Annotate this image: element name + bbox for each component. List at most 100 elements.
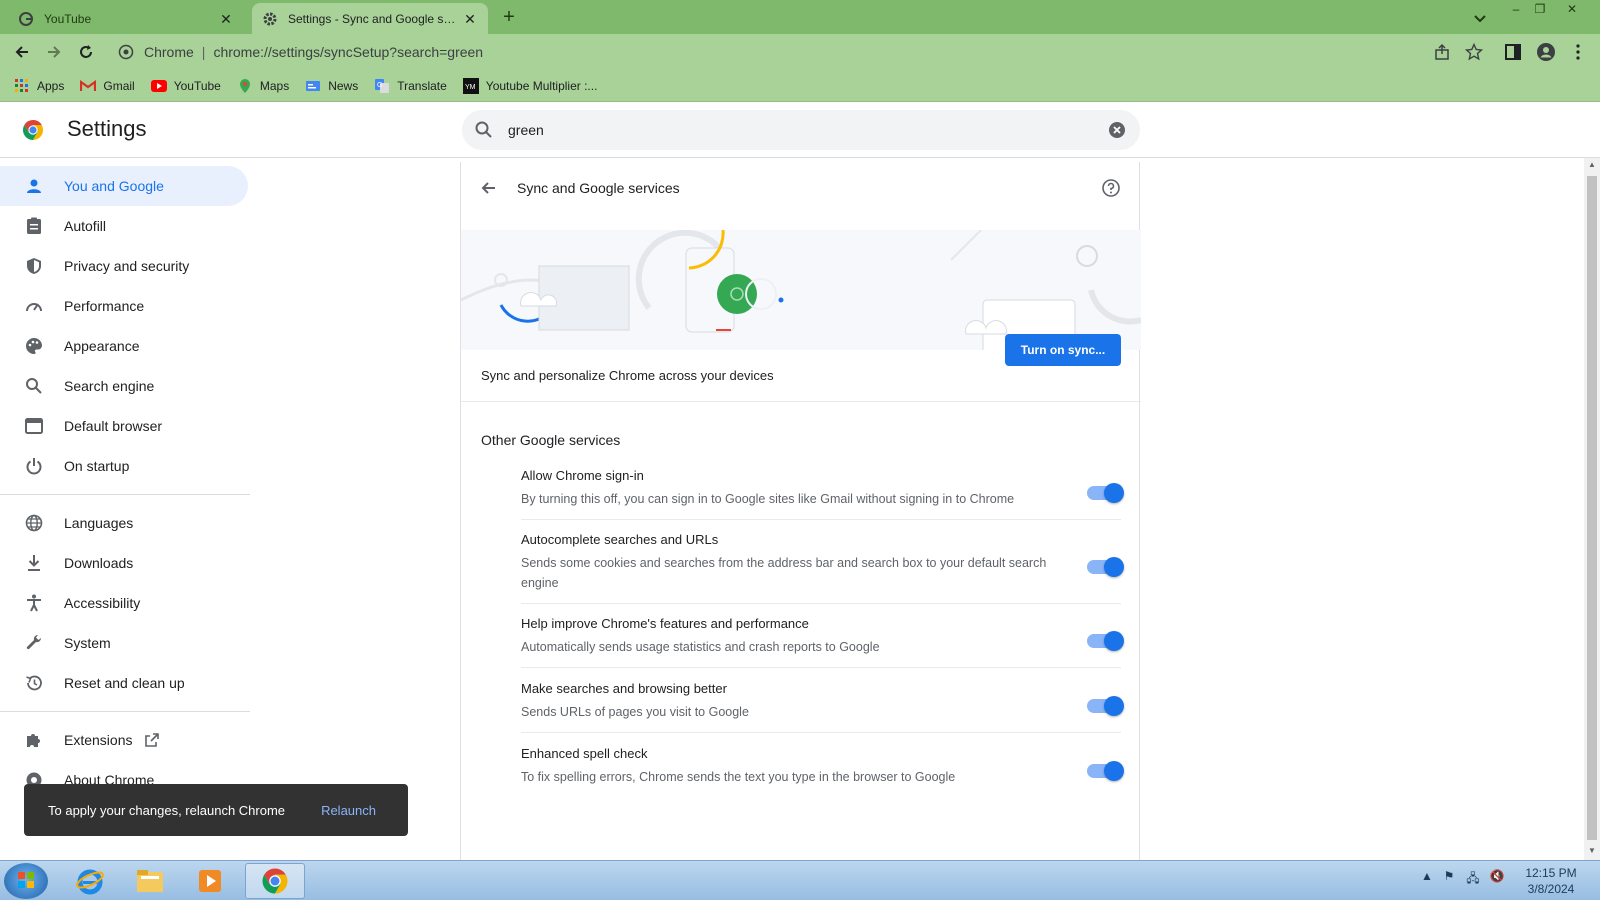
sidebar-item-label: Performance [64, 298, 145, 314]
bookmark-label: Maps [259, 78, 290, 93]
scroll-up-icon[interactable]: ▲ [1587, 160, 1597, 170]
toggle-knob [1104, 557, 1124, 577]
tab-settings[interactable]: Settings - Sync and Google services ✕ [252, 3, 488, 34]
sidebar-item-label: Appearance [64, 338, 140, 354]
sidebar-item-label: Privacy and security [64, 258, 190, 274]
tray-expand-icon[interactable]: ▲ [1418, 869, 1436, 887]
profile-avatar-icon[interactable] [1536, 42, 1556, 62]
volume-muted-icon[interactable]: 🔇 [1488, 869, 1506, 887]
close-window-icon[interactable]: ✕ [1560, 0, 1584, 20]
bookmark-gmail[interactable]: Gmail [80, 78, 135, 94]
omnibox-origin: Chrome [144, 44, 194, 60]
setting-label: Enhanced spell check [521, 746, 648, 761]
bookmark-maps[interactable]: Maps [237, 78, 289, 94]
toggle-help-improve[interactable] [1087, 631, 1124, 651]
sidebar-item-label: Search engine [64, 378, 155, 394]
bookmark-youtube[interactable]: YouTube [150, 78, 221, 94]
search-input[interactable] [508, 122, 1088, 138]
bookmark-apps[interactable]: Apps [14, 78, 64, 94]
back-arrow-icon[interactable] [479, 178, 499, 198]
minimize-icon[interactable]: – [1504, 0, 1528, 20]
gear-icon [262, 11, 278, 27]
bookmark-star-icon[interactable] [1464, 42, 1484, 62]
menu-kebab-icon[interactable] [1568, 42, 1588, 62]
bookmark-label: Translate [397, 78, 447, 93]
apps-grid-icon [14, 78, 30, 94]
toggle-make-searches-better[interactable] [1087, 696, 1124, 716]
sidebar-item-you-and-google[interactable]: You and Google [0, 166, 248, 206]
relaunch-button[interactable]: Relaunch [321, 803, 376, 818]
sidebar-item-downloads[interactable]: Downloads [0, 543, 250, 583]
toggle-knob [1104, 483, 1124, 503]
scroll-down-icon[interactable]: ▼ [1587, 846, 1597, 856]
bookmark-label: Apps [37, 78, 65, 93]
taskbar-internet-explorer[interactable] [62, 863, 118, 899]
address-bar[interactable]: Chrome | chrome://settings/syncSetup?sea… [114, 38, 1454, 66]
sidebar-item-reset-clean-up[interactable]: Reset and clean up [0, 663, 250, 703]
sidebar-item-search-engine[interactable]: Search engine [0, 366, 250, 406]
youtube-icon [150, 78, 167, 94]
help-icon[interactable] [1101, 178, 1121, 198]
sidebar-item-performance[interactable]: Performance [0, 286, 250, 326]
new-tab-button[interactable]: + [498, 7, 520, 29]
sidebar-item-system[interactable]: System [0, 623, 250, 663]
toggle-autocomplete[interactable] [1087, 557, 1124, 577]
forward-icon[interactable] [42, 40, 66, 64]
scrollbar[interactable]: ▲ ▼ [1584, 158, 1600, 860]
settings-sidebar: You and Google Autofill Privacy and secu… [0, 166, 250, 800]
tab-youtube[interactable]: YouTube ✕ [8, 3, 244, 34]
sidebar-item-label: You and Google [64, 178, 164, 194]
browser-window-icon [24, 416, 44, 436]
sidebar-item-on-startup[interactable]: On startup [0, 446, 250, 486]
settings-header: Settings [0, 102, 1600, 158]
toggle-spell-check[interactable] [1087, 761, 1124, 781]
close-tab-icon[interactable]: ✕ [462, 11, 478, 27]
system-clock[interactable]: 12:15 PM 3/8/2024 [1512, 865, 1590, 897]
side-panel-icon[interactable] [1503, 42, 1523, 62]
sidebar-item-extensions[interactable]: Extensions [0, 720, 250, 760]
bookmark-youtube-multiplier[interactable]: YM Youtube Multiplier :... [462, 77, 597, 94]
sync-description: Sync and personalize Chrome across your … [481, 368, 774, 383]
sidebar-item-privacy-security[interactable]: Privacy and security [0, 246, 250, 286]
page-title: Settings [67, 116, 147, 141]
settings-search[interactable] [462, 110, 1140, 150]
taskbar-chrome[interactable] [245, 863, 305, 899]
bookmark-translate[interactable]: G Translate [374, 78, 447, 94]
sidebar-item-languages[interactable]: Languages [0, 503, 250, 543]
sidebar-item-label: Languages [64, 515, 134, 531]
toolbar: Chrome | chrome://settings/syncSetup?sea… [0, 34, 1600, 70]
taskbar-file-explorer[interactable] [122, 863, 178, 899]
sidebar-item-default-browser[interactable]: Default browser [0, 406, 250, 446]
back-icon[interactable] [10, 40, 34, 64]
start-button[interactable] [4, 863, 48, 899]
sidebar-item-autofill[interactable]: Autofill [0, 206, 250, 246]
scrollbar-thumb[interactable] [1587, 176, 1597, 840]
tab-strip: YouTube ✕ Settings - Sync and Google ser… [0, 0, 1600, 34]
network-icon[interactable]: 🖧 [1464, 869, 1482, 887]
sync-settings-card: Sync and Google services Sync and person… [460, 162, 1141, 862]
chrome-taskbar-icon [260, 866, 290, 896]
toggle-allow-signin[interactable] [1087, 483, 1124, 503]
taskbar-media-player[interactable] [182, 863, 238, 899]
action-center-flag-icon[interactable]: ⚑ [1440, 869, 1458, 887]
clipboard-icon [24, 216, 44, 236]
setting-label: Autocomplete searches and URLs [521, 532, 719, 547]
turn-on-sync-button[interactable]: Turn on sync... [1005, 334, 1121, 366]
tab-title: YouTube [44, 11, 92, 26]
sidebar-item-label: Downloads [64, 555, 134, 571]
setting-row-help-improve: Help improve Chrome's features and perfo… [521, 616, 1124, 668]
sidebar-item-accessibility[interactable]: Accessibility [0, 583, 250, 623]
sidebar-item-appearance[interactable]: Appearance [0, 326, 250, 366]
omnibox-url[interactable]: chrome://settings/syncSetup?search=green [213, 44, 483, 60]
share-icon[interactable] [1432, 42, 1452, 62]
setting-label: Make searches and browsing better [521, 681, 727, 696]
close-tab-icon[interactable]: ✕ [218, 11, 234, 27]
tab-search-chevron-icon[interactable] [1470, 8, 1490, 28]
clear-search-icon[interactable] [1108, 121, 1126, 139]
sidebar-item-label: Accessibility [64, 595, 141, 611]
bookmark-news[interactable]: News [305, 78, 358, 94]
reload-icon[interactable] [74, 40, 98, 64]
restore-icon[interactable]: ❐ [1528, 0, 1552, 20]
clock-date: 3/8/2024 [1527, 882, 1575, 896]
bookmark-label: News [328, 78, 359, 93]
